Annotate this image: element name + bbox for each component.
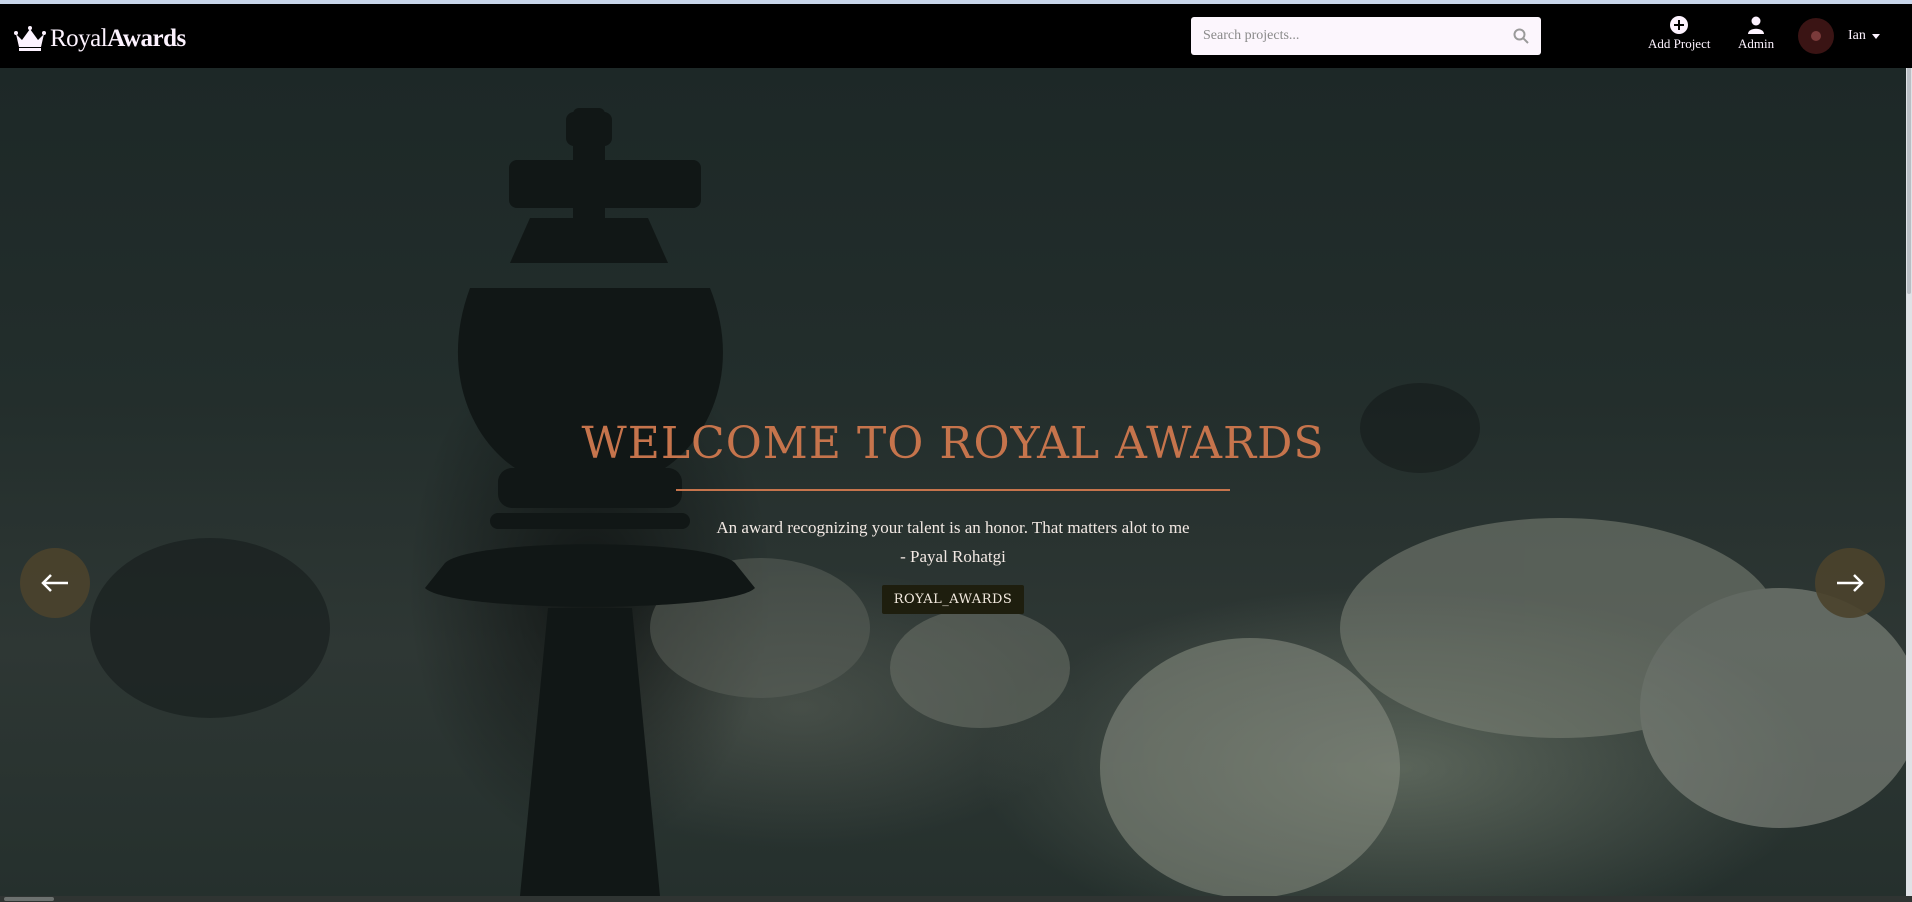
admin-link[interactable]: Admin bbox=[1738, 16, 1774, 52]
carousel-title: WELCOME TO ROYAL AWARDS bbox=[581, 418, 1325, 469]
search-input[interactable] bbox=[1191, 17, 1501, 55]
royal-awards-button[interactable]: ROYAL_AWARDS bbox=[881, 585, 1025, 614]
crown-icon bbox=[14, 26, 46, 51]
add-project-label: Add Project bbox=[1648, 36, 1711, 51]
brand-name-royal: Royal bbox=[50, 25, 108, 52]
brand-logo-link[interactable]: Royal Awards bbox=[14, 24, 186, 54]
quote-text: An award recognizing your talent is an h… bbox=[716, 518, 1190, 537]
arrow-left-icon bbox=[41, 574, 68, 592]
title-divider bbox=[676, 489, 1230, 491]
hero-carousel: WELCOME TO ROYAL AWARDS An award recogni… bbox=[0, 68, 1906, 896]
carousel-prev-button[interactable] bbox=[20, 548, 90, 618]
quote-author: - Payal Rohatgi bbox=[900, 547, 1006, 566]
user-menu-toggle[interactable]: Ian bbox=[1798, 18, 1880, 54]
user-name: Ian bbox=[1848, 28, 1866, 43]
chevron-down-icon bbox=[1871, 33, 1880, 39]
brand-name-awards: Awards bbox=[107, 25, 186, 52]
vertical-scrollbar[interactable] bbox=[1906, 4, 1912, 896]
search-icon[interactable] bbox=[1513, 28, 1529, 44]
add-project-link[interactable]: Add Project bbox=[1648, 16, 1710, 52]
carousel-next-button[interactable] bbox=[1815, 548, 1885, 618]
plus-circle-icon bbox=[1670, 16, 1689, 34]
navbar: RoyalAwards Add Project Admin Ian bbox=[0, 4, 1912, 68]
carousel-quote: An award recognizing your talent is an h… bbox=[0, 513, 1906, 571]
arrow-right-icon bbox=[1837, 574, 1864, 592]
avatar[interactable] bbox=[1798, 18, 1834, 54]
admin-label: Admin bbox=[1738, 36, 1775, 51]
search-box bbox=[1191, 17, 1541, 55]
user-icon bbox=[1748, 16, 1765, 34]
carousel-caption: WELCOME TO ROYAL AWARDS An award recogni… bbox=[0, 418, 1906, 614]
horizontal-scrollbar[interactable] bbox=[0, 896, 1912, 902]
